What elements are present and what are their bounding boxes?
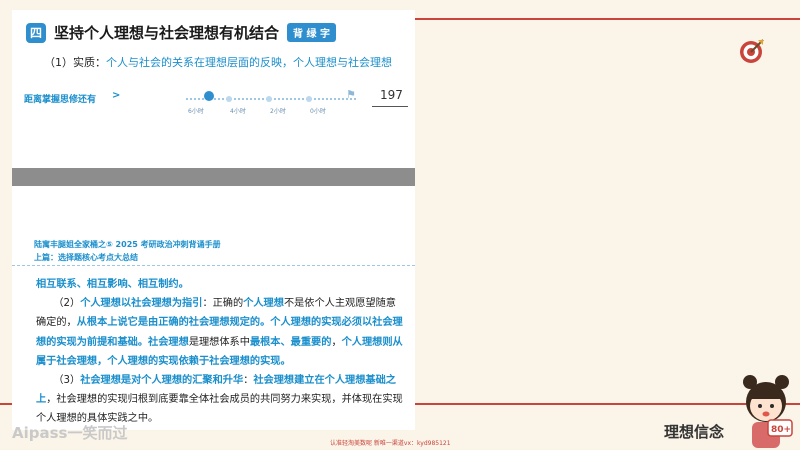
- body-line: 相互联系、相互影响、相互制约。: [36, 279, 189, 290]
- recite-tag: 背 绿 字: [287, 23, 336, 42]
- section-number-badge: 四: [26, 22, 46, 43]
- p2-text: ，: [331, 336, 342, 348]
- book-subtitle: 上篇：选择题核心考点大总结: [34, 253, 138, 262]
- tick-label: 2小时: [270, 108, 286, 115]
- progress-arrow-icon[interactable]: >: [112, 90, 120, 101]
- track-dot: [306, 96, 312, 102]
- finish-flag-icon: ⚑: [346, 88, 356, 101]
- top-divider-line: [415, 18, 800, 20]
- book-header: 陆寓丰腿姐全家桶之⑤ 2025 考研政治冲刺背诵手册 上篇：选择题核心考点大总结: [34, 238, 221, 264]
- count-underline: [372, 106, 408, 107]
- tick-label: 4小时: [230, 108, 246, 115]
- section-heading: 四 坚持个人理想与社会理想有机结合 背 绿 字: [26, 22, 336, 43]
- progress-tracker: 距离掌握思修还有 > ⚑ 6小时 4小时 2小时 0小时 197: [24, 84, 408, 118]
- body-paragraph-3: （3）社会理想是对个人理想的汇聚和升华：社会理想建立在个人理想基础之上，社会理想…: [36, 371, 406, 429]
- p2-highlight: 个人理想以社会理想为指引: [80, 298, 203, 310]
- subtitle-line: （1）实质：个人与社会的关系在理想层面的反映，个人理想与社会理想: [44, 54, 392, 70]
- page-gap-bar: [12, 168, 415, 186]
- body-text: 相互联系、相互影响、相互制约。 （2）个人理想以社会理想为指引：正确的个人理想不…: [36, 275, 406, 429]
- target-icon: [740, 39, 764, 63]
- p2-text: 是理想体系中: [188, 336, 250, 348]
- p2-highlight: 最根本、最重要的: [249, 336, 332, 348]
- track-dot: [226, 96, 232, 102]
- progress-label[interactable]: 距离掌握思修还有: [24, 92, 96, 105]
- svg-text:80+: 80+: [771, 425, 791, 435]
- course-name: 理想信念: [664, 423, 725, 441]
- subtitle-text: 个人与社会的关系在理想层面的反映，个人理想与社会理想: [106, 56, 392, 69]
- p3-text: ：: [243, 375, 254, 387]
- book-title: 陆寓丰腿姐全家桶之⑤ 2025 考研政治冲刺背诵手册: [34, 240, 221, 249]
- p3-highlight: 社会理想是对个人理想的汇聚和升华: [80, 375, 244, 387]
- tick-label: 0小时: [310, 108, 326, 115]
- content-panel: 四 坚持个人理想与社会理想有机结合 背 绿 字 （1）实质：个人与社会的关系在理…: [12, 10, 415, 430]
- avatar: 80+: [743, 375, 793, 448]
- watermark-text: 认准轻淘美数呢 新唯一渠道vx：kyd985121: [330, 440, 451, 447]
- track-dot: [266, 96, 272, 102]
- dashed-separator: [12, 265, 415, 266]
- progress-marker: [204, 91, 214, 101]
- tick-label: 6小时: [188, 108, 204, 115]
- subtitle-prefix: （1）实质：: [44, 56, 106, 69]
- p3-text: ，社会理想的实现归根到底要靠全体社会成员的共同努力来实现，并体现在实现个人理想的…: [36, 394, 403, 425]
- count-value: 197: [380, 88, 403, 102]
- p2-highlight: 个人理想: [243, 298, 284, 310]
- body-paragraph-2: （2）个人理想以社会理想为指引：正确的个人理想不是依个人主观愿望随意确定的，从根…: [36, 294, 406, 371]
- p2-number: （2）: [53, 298, 81, 310]
- p3-number: （3）: [53, 375, 81, 387]
- p2-text: ：正确的: [202, 298, 244, 310]
- section-title: 坚持个人理想与社会理想有机结合: [54, 24, 280, 42]
- brand-logo: Aipass一笑而过: [12, 424, 128, 442]
